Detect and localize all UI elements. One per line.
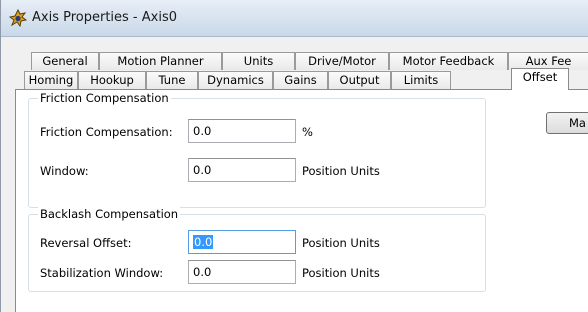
friction-window-label: Window:: [40, 164, 89, 178]
tab-motion-planner[interactable]: Motion Planner: [99, 52, 222, 70]
friction-group-title: Friction Compensation: [38, 91, 171, 105]
tab-general[interactable]: General: [31, 52, 99, 70]
tab-dynamics[interactable]: Dynamics: [198, 71, 273, 89]
friction-window-unit: Position Units: [302, 164, 380, 178]
tab-limits[interactable]: Limits: [391, 71, 451, 89]
stabilization-window-input[interactable]: 0.0: [188, 260, 296, 284]
reversal-offset-input[interactable]: 0.0: [188, 230, 296, 254]
reversal-offset-label: Reversal Offset:: [40, 236, 132, 250]
tab-drive-motor[interactable]: Drive/Motor: [295, 52, 389, 70]
tab-offset[interactable]: Offset: [511, 68, 569, 90]
stabilization-window-label: Stabilization Window:: [40, 266, 164, 280]
tab-tune[interactable]: Tune: [146, 71, 198, 89]
reversal-offset-selected-text: 0.0: [193, 235, 214, 249]
tab-hookup[interactable]: Hookup: [78, 71, 146, 89]
backlash-group-title: Backlash Compensation: [38, 207, 181, 221]
tab-output[interactable]: Output: [328, 71, 391, 89]
tab-homing[interactable]: Homing: [24, 71, 78, 89]
friction-unit-percent: %: [302, 125, 313, 139]
friction-window-input[interactable]: 0.0: [188, 158, 296, 182]
tab-gains[interactable]: Gains: [273, 71, 328, 89]
manual-adjust-button[interactable]: Ma: [546, 112, 588, 134]
tab-motor-feedback[interactable]: Motor Feedback: [389, 52, 508, 70]
reversal-offset-unit: Position Units: [302, 236, 380, 250]
friction-compensation-label: Friction Compensation:: [40, 125, 173, 139]
offset-tab-panel: Friction Compensation Friction Compensat…: [15, 89, 588, 312]
title-bar[interactable]: Axis Properties - Axis0: [1, 0, 588, 37]
app-gear-icon: [9, 9, 27, 27]
stabilization-window-unit: Position Units: [302, 266, 380, 280]
tab-units[interactable]: Units: [222, 52, 295, 70]
axis-properties-window: Axis Properties - Axis0 General Motion P…: [0, 0, 588, 312]
friction-compensation-group: [28, 98, 486, 208]
friction-compensation-input[interactable]: 0.0: [188, 119, 296, 143]
window-title: Axis Properties - Axis0: [32, 10, 177, 25]
